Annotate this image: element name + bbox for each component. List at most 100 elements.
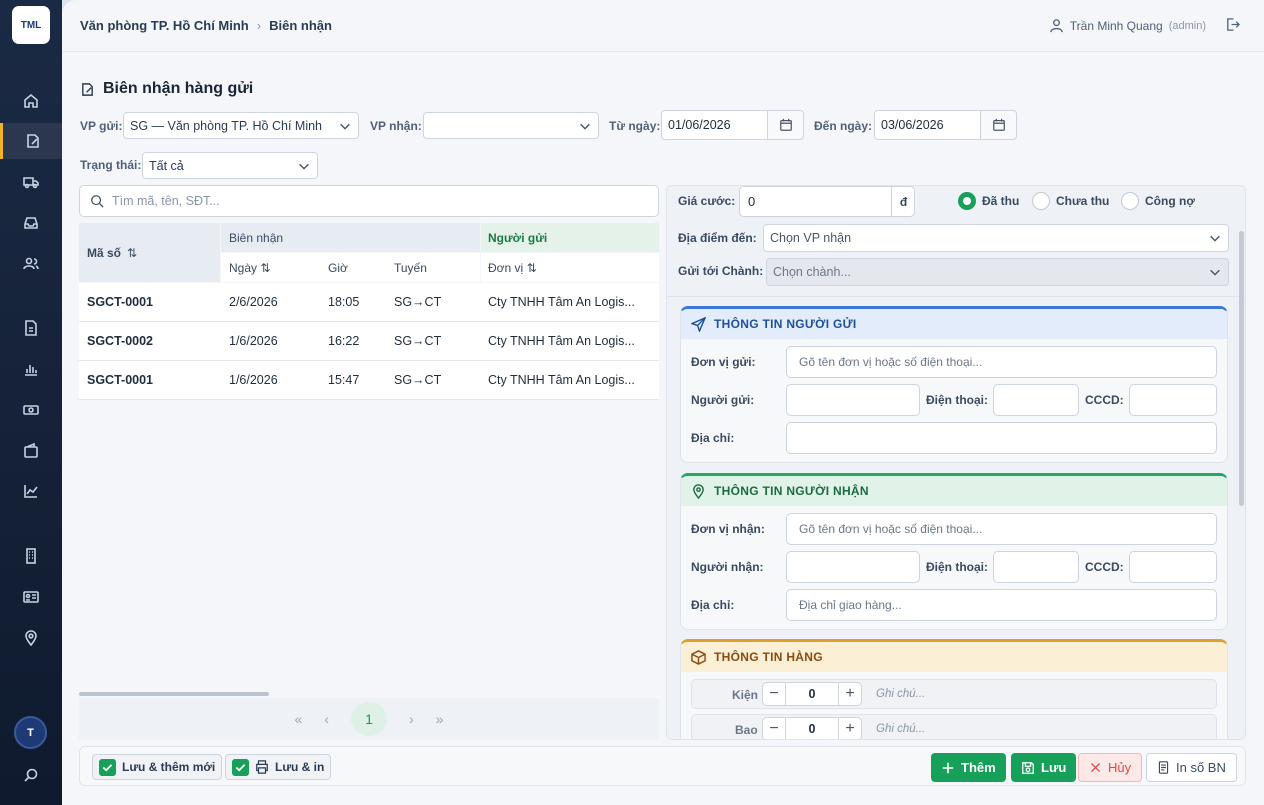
search-icon[interactable] <box>0 757 62 793</box>
truck-icon[interactable] <box>0 164 62 200</box>
goods-note-input[interactable]: Ghi chú... <box>876 688 925 700</box>
sender-header: THÔNG TIN NGƯỜI GỬI <box>681 309 1227 339</box>
sort-icon[interactable]: ⇅ <box>527 261 537 275</box>
trang-thai-select[interactable]: Tất cả <box>142 152 318 179</box>
bar-chart-icon[interactable] <box>0 351 62 387</box>
current-page[interactable]: 1 <box>351 702 387 736</box>
quantity-stepper[interactable]: − 0 + <box>762 717 862 739</box>
sender-don-vi-input[interactable]: Gõ tên đơn vị hoặc số điện thoại... <box>786 346 1217 378</box>
logout-icon[interactable] <box>1225 17 1240 35</box>
home-icon[interactable] <box>0 83 62 119</box>
trend-icon[interactable] <box>0 473 62 509</box>
print-book-button[interactable]: In số BN <box>1146 753 1237 782</box>
save-new-checkbox[interactable]: Lưu & thêm mới <box>92 754 223 780</box>
calendar-icon[interactable] <box>767 111 803 139</box>
receiver-dia-chi-placeholder: Địa chỉ giao hàng... <box>799 598 902 612</box>
radio-chua-thu[interactable]: Chưa thu <box>1032 192 1109 210</box>
col-ma-so[interactable]: Mã số ⇅ <box>79 223 220 282</box>
sender-nguoi-label: Người gửi: <box>691 393 755 407</box>
goods-note-input[interactable]: Ghi chú... <box>876 723 925 735</box>
add-button[interactable]: Thêm <box>931 753 1006 782</box>
sort-icon[interactable]: ⇅ <box>260 261 270 275</box>
calendar-icon[interactable] <box>980 111 1016 139</box>
users-icon[interactable] <box>0 246 62 282</box>
table-row[interactable]: SGCT-0001 2/6/2026 18:05 SG→CT Cty TNHH … <box>79 283 659 322</box>
den-ngay-value[interactable]: 03/06/2026 <box>875 111 980 139</box>
tu-ngay-field[interactable]: 01/06/2026 <box>661 110 804 140</box>
edit-receipt-icon[interactable] <box>0 123 62 159</box>
receiver-dien-thoai-input[interactable] <box>993 551 1079 583</box>
location-pin-icon <box>693 483 704 499</box>
col-don-vi[interactable]: Đơn vị ⇅ <box>488 261 537 275</box>
save-print-checkbox[interactable]: Lưu & in <box>225 754 332 780</box>
user-info[interactable]: Trần Minh Quang (admin) <box>1049 18 1206 33</box>
receiver-cccd-input[interactable] <box>1129 551 1217 583</box>
goods-item-label: Bao <box>735 723 758 737</box>
location-icon[interactable] <box>0 620 62 656</box>
id-card-icon[interactable] <box>0 579 62 615</box>
col-ngay[interactable]: Ngày ⇅ <box>229 261 270 275</box>
prev-page-button[interactable]: ‹ <box>324 711 329 727</box>
col-gio[interactable]: Giờ <box>328 261 348 275</box>
breadcrumb-office[interactable]: Văn phòng TP. Hồ Chí Minh <box>80 18 249 33</box>
trang-thai-value: Tất cả <box>149 158 184 173</box>
chevron-right-icon: › <box>256 18 262 33</box>
save-button[interactable]: Lưu <box>1011 753 1077 782</box>
first-page-button[interactable]: « <box>295 711 303 727</box>
document-icon[interactable] <box>0 310 62 346</box>
building-icon[interactable] <box>0 538 62 574</box>
chevron-down-icon <box>299 163 309 170</box>
radio-chua-thu-label: Chưa thu <box>1056 194 1110 208</box>
cell-gio: 18:05 <box>328 295 360 309</box>
receiver-dia-chi-input[interactable]: Địa chỉ giao hàng... <box>786 589 1217 621</box>
vp-nhan-select[interactable] <box>423 112 599 139</box>
table-row[interactable]: SGCT-0002 1/6/2026 16:22 SG→CT Cty TNHH … <box>79 322 659 361</box>
search-input[interactable]: Tìm mã, tên, SĐT... <box>112 194 220 208</box>
app-logo[interactable]: TML <box>12 6 50 44</box>
tu-ngay-value[interactable]: 01/06/2026 <box>662 111 767 139</box>
minus-icon[interactable]: − <box>763 682 785 706</box>
quantity-stepper[interactable]: − 0 + <box>762 682 862 706</box>
search-box[interactable]: Tìm mã, tên, SĐT... <box>79 185 659 217</box>
receiver-nguoi-input[interactable] <box>786 551 920 583</box>
floppy-icon <box>1022 761 1034 774</box>
plus-icon[interactable]: + <box>839 682 861 706</box>
receipt-table: Mã số ⇅ Biên nhận Người gửi Ngày ⇅ Giờ Tu… <box>79 223 659 693</box>
add-button-label: Thêm <box>961 760 996 775</box>
table-scrollbar[interactable] <box>79 692 269 696</box>
sender-dien-thoai-input[interactable] <box>993 384 1079 416</box>
plus-icon[interactable]: + <box>839 717 861 739</box>
minus-icon[interactable]: − <box>763 717 785 739</box>
radio-cong-no[interactable]: Công nợ <box>1121 192 1195 210</box>
quantity-value[interactable]: 0 <box>785 682 839 706</box>
sender-cccd-input[interactable] <box>1129 384 1217 416</box>
chevron-down-icon <box>1210 269 1220 276</box>
sender-nguoi-input[interactable] <box>786 384 920 416</box>
gia-cuoc-label: Giá cước: <box>678 194 736 208</box>
page-title: Biên nhận hàng gửi <box>103 80 254 97</box>
last-page-button[interactable]: » <box>436 711 444 727</box>
avatar[interactable]: T <box>14 716 47 749</box>
den-ngay-field[interactable]: 03/06/2026 <box>874 110 1017 140</box>
radio-da-thu[interactable]: Đã thu <box>958 192 1019 210</box>
inbox-icon[interactable] <box>0 205 62 241</box>
dia-diem-select[interactable]: Chọn VP nhận <box>763 224 1229 252</box>
sort-icon[interactable]: ⇅ <box>127 246 137 260</box>
gia-cuoc-input[interactable]: 0 <box>739 186 915 217</box>
cash-icon[interactable] <box>0 392 62 428</box>
panel-scrollbar[interactable] <box>1239 231 1244 506</box>
gui-chanh-label: Gửi tới Chành: <box>678 264 764 278</box>
wallet-icon[interactable] <box>0 433 62 469</box>
table-row[interactable]: SGCT-0001 1/6/2026 15:47 SG→CT Cty TNHH … <box>79 361 659 400</box>
search-icon <box>91 195 104 208</box>
col-tuyen[interactable]: Tuyến <box>394 261 427 275</box>
sender-dia-chi-input[interactable] <box>786 422 1217 454</box>
package-icon <box>691 649 706 665</box>
quantity-value[interactable]: 0 <box>785 717 839 739</box>
gui-chanh-select[interactable]: Chọn chành... <box>766 258 1229 286</box>
receiver-don-vi-input[interactable]: Gõ tên đơn vị hoặc số điện thoại... <box>786 513 1217 545</box>
next-page-button[interactable]: › <box>409 711 414 727</box>
user-role: (admin) <box>1168 19 1206 32</box>
vp-gui-select[interactable]: SG — Văn phòng TP. Hồ Chí Minh <box>123 112 359 139</box>
cancel-button[interactable]: Hủy <box>1078 753 1143 782</box>
